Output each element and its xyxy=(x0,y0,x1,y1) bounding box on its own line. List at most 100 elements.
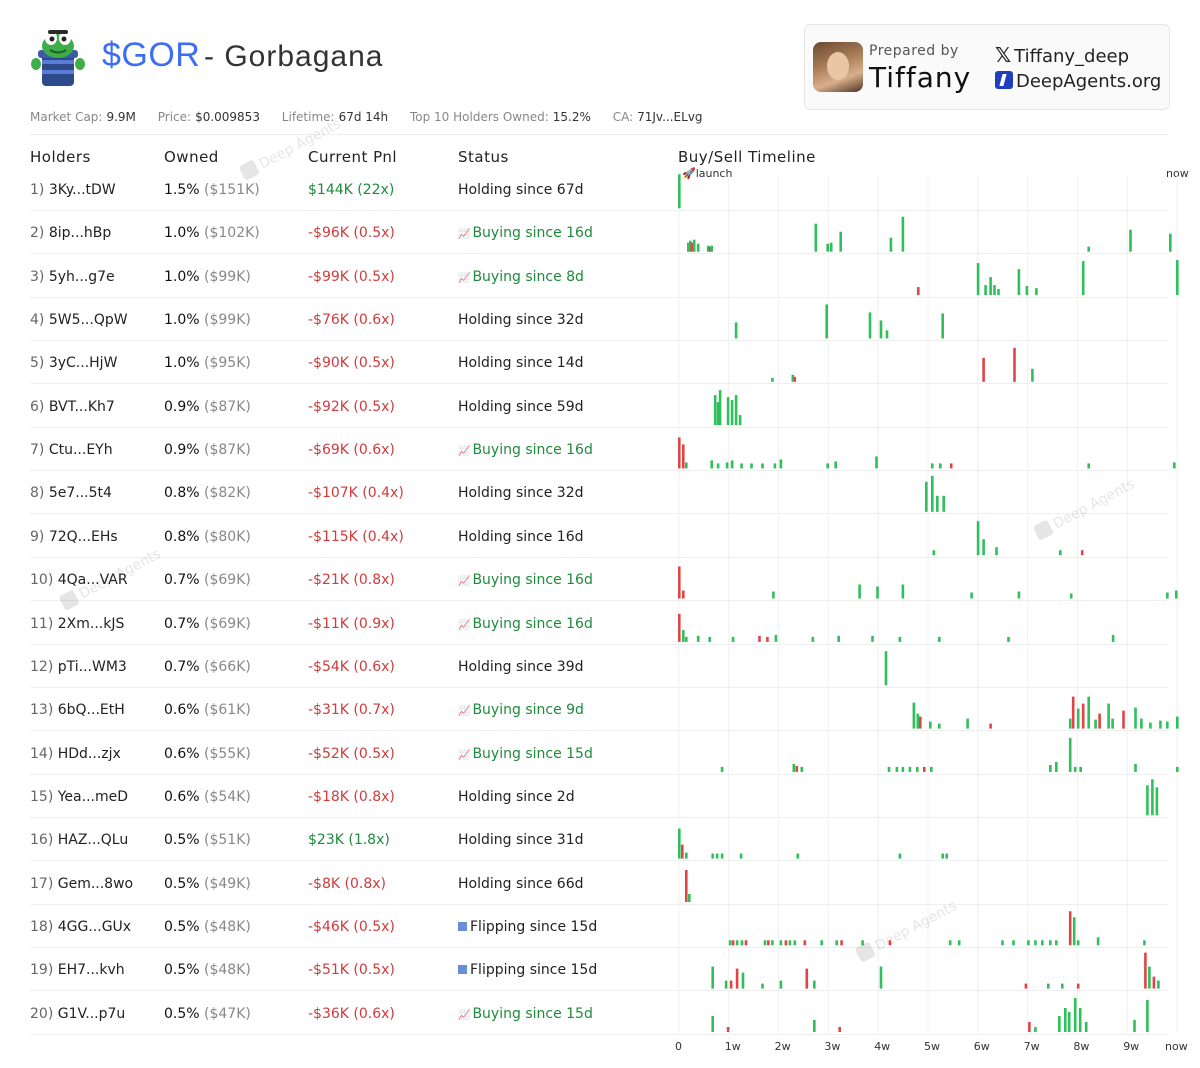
axis-tick-label: now xyxy=(1165,1040,1188,1053)
holder-addr: 3yC...HjW xyxy=(48,355,118,372)
table-row[interactable]: 17) Gem...8wo 0.5% ($49K) -$8K (0.8x) Holdi… xyxy=(30,862,1170,905)
site-link[interactable]: DeepAgents.org xyxy=(995,71,1161,92)
holder-status: 📈 Buying since 8d xyxy=(458,269,584,285)
mascot-logo-icon xyxy=(28,24,88,90)
owned-usd: ($51K) xyxy=(204,832,251,849)
holder-address[interactable]: 9) 72Q...EHs xyxy=(30,529,118,545)
holder-owned: 0.8% ($80K) xyxy=(164,529,251,545)
holder-address[interactable]: 8) 5e7...5t4 xyxy=(30,485,112,501)
holder-address[interactable]: 12) pTi...WM3 xyxy=(30,659,127,675)
holder-status: 📈 Buying since 16d xyxy=(458,442,593,458)
holder-addr: BVT...Kh7 xyxy=(48,398,115,415)
table-row[interactable]: 16) HAZ...QLu 0.5% ($51K) $23K (1.8x) Holdi… xyxy=(30,818,1170,862)
holder-owned: 0.5% ($47K) xyxy=(164,1006,251,1022)
table-row[interactable]: 12) pTi...WM3 0.7% ($66K) -$54K (0.6x) Hold… xyxy=(30,645,1170,688)
holder-address[interactable]: 1) 3Ky...tDW xyxy=(30,182,116,198)
table-row[interactable]: 6) BVT...Kh7 0.9% ($87K) -$92K (0.5x) Holdi… xyxy=(30,385,1170,428)
table-row[interactable]: 14) HDd...zjx 0.6% ($55K) -$52K (0.5x) 📈 Buy… xyxy=(30,732,1170,775)
holder-owned: 0.8% ($82K) xyxy=(164,485,251,501)
holder-address[interactable]: 15) Yea...meD xyxy=(30,789,128,805)
table-row[interactable]: 10) 4Qa...VAR 0.7% ($69K) -$21K (0.8x) 📈 Buy… xyxy=(30,558,1170,602)
status-text: Buying since 16d xyxy=(472,442,593,459)
prepared-by-card: Prepared by Tiffany 𝕏 Tiffany_deep DeepAg… xyxy=(804,24,1170,110)
status-text: Holding since 2d xyxy=(458,788,575,805)
holder-address[interactable]: 18) 4GG...GUx xyxy=(30,919,131,935)
table-row[interactable]: 19) EH7...kvh 0.5% ($48K) -$51K (0.5x) Flip… xyxy=(30,948,1170,992)
owned-pct: 1.5% xyxy=(164,182,200,198)
owned-usd: ($95K) xyxy=(204,355,251,372)
holder-address[interactable]: 3) 5yh...g7e xyxy=(30,269,115,285)
holder-pnl: -$96K (0.5x) xyxy=(308,225,395,242)
holder-rank: 15) xyxy=(30,788,54,805)
table-row[interactable]: 20) G1V...p7u 0.5% ($47K) -$36K (0.6x) 📈 Buy… xyxy=(30,992,1170,1035)
holder-addr: 5W5...QpW xyxy=(48,312,128,329)
x-handle-link[interactable]: 𝕏 Tiffany_deep xyxy=(995,43,1129,67)
holder-status: 📈 Buying since 9d xyxy=(458,702,584,718)
status-text: Holding since 66d xyxy=(458,875,584,892)
holder-address[interactable]: 20) G1V...p7u xyxy=(30,1006,125,1022)
holder-address[interactable]: 16) HAZ...QLu xyxy=(30,832,128,848)
trend-up-icon: 📈 xyxy=(458,272,471,284)
token-ticker: $GOR xyxy=(102,36,201,74)
holder-address[interactable]: 14) HDd...zjx xyxy=(30,746,121,762)
holder-rank: 9) xyxy=(30,528,45,545)
stat-contract-address[interactable]: CA: 71Jv...ELvg xyxy=(613,110,703,124)
holder-address[interactable]: 13) 6bQ...EtH xyxy=(30,702,125,718)
owned-pct: 1.0% xyxy=(164,268,200,285)
holder-status: 📈 Buying since 15d xyxy=(458,1006,593,1022)
holder-address[interactable]: 5) 3yC...HjW xyxy=(30,355,117,371)
holder-pnl: -$92K (0.5x) xyxy=(308,398,395,415)
table-row[interactable]: 15) Yea...meD 0.6% ($54K) -$18K (0.8x) Hold… xyxy=(30,775,1170,818)
table-row[interactable]: 4) 5W5...QpW 1.0% ($99K) -$76K (0.6x) Holdi… xyxy=(30,298,1170,342)
holder-addr: Yea...meD xyxy=(57,788,129,805)
trend-up-icon: 📈 xyxy=(458,749,471,761)
buy-bar xyxy=(1176,766,1179,772)
status-text: Holding since 67d xyxy=(458,182,584,198)
table-row[interactable]: 2) 8ip...hBp 1.0% ($102K) -$96K (0.5x) 📈 Buy… xyxy=(30,211,1170,255)
owned-pct: 1.0% xyxy=(164,225,200,242)
holder-owned: 0.5% ($49K) xyxy=(164,876,251,892)
holder-rank: 11) xyxy=(30,615,54,632)
owned-usd: ($49K) xyxy=(204,875,251,892)
row-divider xyxy=(30,1033,1168,1035)
holder-addr: 8ip...hBp xyxy=(48,225,112,242)
avatar xyxy=(813,42,863,92)
table-row[interactable]: 5) 3yC...HjW 1.0% ($95K) -$90K (0.5x) Holdi… xyxy=(30,341,1170,385)
holder-address[interactable]: 11) 2Xm...kJS xyxy=(30,616,124,632)
status-text: Holding since 59d xyxy=(458,398,584,415)
buy-bar xyxy=(1173,462,1176,469)
owned-pct: 0.6% xyxy=(164,788,200,805)
holder-pnl: -$54K (0.6x) xyxy=(308,658,395,675)
holder-address[interactable]: 17) Gem...8wo xyxy=(30,876,133,892)
table-row[interactable]: 1) 3Ky...tDW 1.5% ($151K) $144K (22x) Holdi… xyxy=(30,168,1170,211)
holder-addr: HAZ...QLu xyxy=(57,832,129,849)
holder-status: Holding since 32d xyxy=(458,312,584,328)
holder-address[interactable]: 19) EH7...kvh xyxy=(30,962,125,978)
holder-pnl: -$51K (0.5x) xyxy=(308,962,395,979)
holder-pnl: -$31K (0.7x) xyxy=(308,702,395,719)
holder-rank: 14) xyxy=(30,745,54,762)
table-row[interactable]: 3) 5yh...g7e 1.0% ($99K) -$99K (0.5x) 📈 Buyi… xyxy=(30,255,1170,298)
table-row[interactable]: 18) 4GG...GUx 0.5% ($48K) -$46K (0.5x) Flip… xyxy=(30,905,1170,948)
holder-rank: 2) xyxy=(30,225,45,242)
holder-address[interactable]: 4) 5W5...QpW xyxy=(30,312,128,328)
holder-status: Holding since 59d xyxy=(458,399,584,415)
table-row[interactable]: 9) 72Q...EHs 0.8% ($80K) -$115K (0.4x) Hold… xyxy=(30,515,1170,558)
owned-pct: 1.0% xyxy=(164,355,200,372)
trend-up-icon: 📈 xyxy=(458,619,471,631)
table-row[interactable]: 11) 2Xm...kJS 0.7% ($69K) -$11K (0.9x) 📈 Buy… xyxy=(30,602,1170,645)
status-text: Holding since 39d xyxy=(458,658,584,675)
table-row[interactable]: 13) 6bQ...EtH 0.6% ($61K) -$31K (0.7x) 📈 Buy… xyxy=(30,688,1170,732)
flip-chart-icon xyxy=(458,921,467,931)
holder-address[interactable]: 7) Ctu...EYh xyxy=(30,442,113,458)
owned-usd: ($87K) xyxy=(204,442,251,459)
col-header-owned: Owned xyxy=(164,148,219,166)
table-row[interactable]: 7) Ctu...EYh 0.9% ($87K) -$69K (0.6x) 📈 Buyi… xyxy=(30,428,1170,472)
trend-up-icon: 📈 xyxy=(458,576,471,588)
holder-rank: 3) xyxy=(30,268,45,285)
holder-pnl: -$90K (0.5x) xyxy=(308,355,395,372)
holder-address[interactable]: 2) 8ip...hBp xyxy=(30,225,111,241)
holder-address[interactable]: 6) BVT...Kh7 xyxy=(30,399,115,415)
holder-owned: 0.7% ($69K) xyxy=(164,616,251,632)
table-row[interactable]: 8) 5e7...5t4 0.8% ($82K) -$107K (0.4x) Hold… xyxy=(30,471,1170,515)
